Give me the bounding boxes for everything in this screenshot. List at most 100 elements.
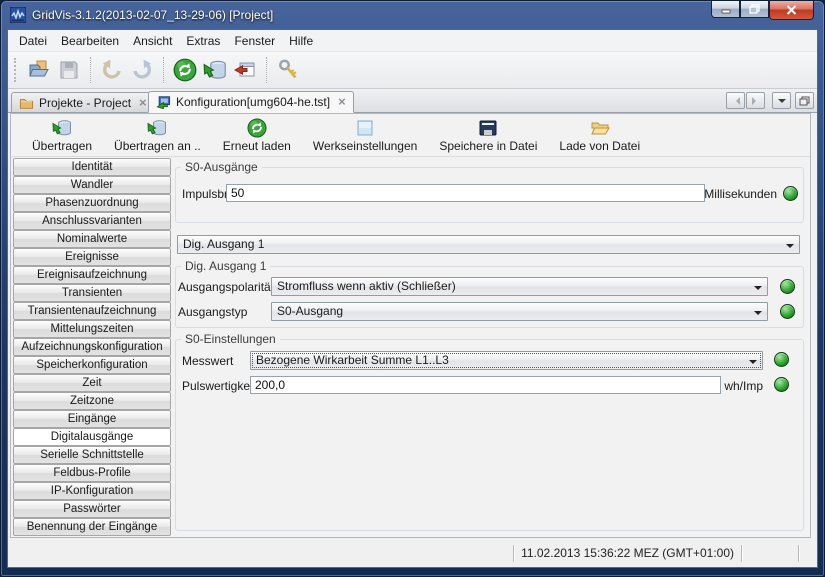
menu-item-fenster[interactable]: Fenster bbox=[227, 32, 282, 50]
sidebar-item[interactable]: Anschlussvarianten bbox=[13, 212, 171, 230]
load-from-file-icon bbox=[590, 118, 610, 138]
chevron-right-icon bbox=[752, 97, 760, 105]
undo-button[interactable] bbox=[98, 56, 126, 84]
status-led bbox=[780, 279, 795, 294]
button-label: Übertragen bbox=[32, 139, 92, 153]
sidebar-item[interactable]: IP-Konfiguration bbox=[13, 482, 171, 500]
sidebar-item[interactable]: Serielle Schnittstelle bbox=[13, 446, 171, 464]
tab-list-dropdown-button[interactable] bbox=[772, 92, 791, 109]
titlebar: GridVis-3.1.2(2013-02-07_13-29-06) [Proj… bbox=[1, 1, 824, 29]
group-s0-einstellungen: S0-Einstellungen Messwert Bezogene Wirka… bbox=[175, 339, 804, 531]
save-to-file-icon bbox=[478, 118, 498, 138]
settings-panel: S0-Ausgänge Impulsbreite Millisekunden D… bbox=[173, 158, 810, 537]
open-project-button[interactable] bbox=[25, 56, 53, 84]
sidebar-item[interactable]: Ereignisse bbox=[13, 248, 171, 266]
tab-scroll-left-button[interactable] bbox=[726, 92, 745, 109]
combobox-value: Dig. Ausgang 1 bbox=[183, 237, 264, 251]
config-toolbar: Übertragen Übertragen an .. Erneut laden… bbox=[11, 114, 810, 157]
lade-von-datei-button[interactable]: Lade von Datei bbox=[548, 116, 651, 155]
tab-scroll-right-button[interactable] bbox=[746, 92, 765, 109]
pulswertigkeit-input[interactable] bbox=[250, 376, 721, 394]
menu-item-hilfe[interactable]: Hilfe bbox=[282, 32, 320, 50]
chevron-down-icon bbox=[786, 244, 794, 252]
key-icon bbox=[276, 58, 300, 82]
button-label: Übertragen an .. bbox=[114, 139, 201, 153]
device-datetime: 11.02.2013 15:36:22 MEZ (GMT+01:00) bbox=[514, 546, 741, 560]
sidebar-item[interactable]: Digitalausgänge bbox=[13, 428, 171, 446]
window-body: DateiBearbeitenAnsichtExtrasFensterHilfe… bbox=[7, 29, 818, 568]
sidebar-item[interactable]: Identität bbox=[13, 158, 171, 176]
import-window-button[interactable] bbox=[231, 56, 259, 84]
menu-item-extras[interactable]: Extras bbox=[179, 32, 227, 50]
sync-icon bbox=[173, 58, 197, 82]
restore-window-icon bbox=[799, 96, 810, 106]
menu-item-bearbeiten[interactable]: Bearbeiten bbox=[54, 32, 126, 50]
database-arrow-icon bbox=[203, 58, 227, 82]
chevron-left-icon bbox=[732, 97, 740, 105]
ausgangspolaritaet-combobox[interactable]: Stromfluss wenn aktiv (Schließer) bbox=[271, 277, 768, 296]
redo-button[interactable] bbox=[128, 56, 156, 84]
group-s0-ausgaenge: S0-Ausgänge Impulsbreite Millisekunden bbox=[175, 167, 804, 223]
window-arrow-icon bbox=[233, 58, 257, 82]
uebertragen-button[interactable]: Übertragen bbox=[21, 116, 103, 155]
factory-settings-icon bbox=[355, 118, 375, 138]
output-selector-combobox[interactable]: Dig. Ausgang 1 bbox=[177, 235, 800, 254]
statusbar-separator bbox=[798, 545, 799, 562]
chevron-down-icon bbox=[754, 286, 762, 294]
sidebar-item[interactable]: Zeitzone bbox=[13, 392, 171, 410]
sidebar: IdentitätWandlerPhasenzuordnungAnschluss… bbox=[13, 158, 171, 537]
status-bar: 11.02.2013 15:36:22 MEZ (GMT+01:00) bbox=[10, 539, 815, 567]
password-key-button[interactable] bbox=[274, 56, 302, 84]
messwert-combobox[interactable]: Bezogene Wirkarbeit Summe L1..L3 bbox=[250, 351, 763, 370]
sidebar-item[interactable]: Speicherkonfiguration bbox=[13, 356, 171, 374]
sidebar-item[interactable]: Aufzeichnungskonfiguration bbox=[13, 338, 171, 356]
sidebar-item[interactable]: Transienten bbox=[13, 284, 171, 302]
sidebar-item[interactable]: Ereignisaufzeichnung bbox=[13, 266, 171, 284]
sidebar-item[interactable]: Transientenaufzeichnung bbox=[13, 302, 171, 320]
minimize-button[interactable] bbox=[711, 1, 740, 18]
maximize-view-button[interactable] bbox=[795, 92, 814, 109]
tab-konfiguration[interactable]: Konfiguration[umg604-he.tst] × bbox=[148, 91, 354, 113]
close-button[interactable] bbox=[769, 1, 814, 20]
redo-icon bbox=[130, 58, 154, 82]
menu-bar: DateiBearbeitenAnsichtExtrasFensterHilfe bbox=[8, 30, 817, 52]
tab-projekte[interactable]: Projekte - Project × bbox=[11, 92, 155, 113]
tab-label: Projekte - Project bbox=[39, 96, 131, 110]
app-window: GridVis-3.1.2(2013-02-07_13-29-06) [Proj… bbox=[0, 0, 825, 577]
combobox-value: Bezogene Wirkarbeit Summe L1..L3 bbox=[256, 353, 449, 367]
toolbar-separator bbox=[266, 57, 267, 83]
werkseinstellungen-button[interactable]: Werkseinstellungen bbox=[302, 116, 429, 155]
folder-icon bbox=[19, 96, 34, 110]
sidebar-item[interactable]: Phasenzuordnung bbox=[13, 194, 171, 212]
tab-close-icon[interactable]: × bbox=[338, 97, 346, 107]
sidebar-item[interactable]: Benennung der Eingänge bbox=[13, 518, 171, 536]
sidebar-item[interactable]: Eingänge bbox=[13, 410, 171, 428]
erneut-laden-button[interactable]: Erneut laden bbox=[212, 116, 302, 155]
open-folder-icon bbox=[27, 58, 51, 82]
impulsbreite-input[interactable] bbox=[226, 184, 705, 202]
sidebar-item[interactable]: Wandler bbox=[13, 176, 171, 194]
transfer-database-button[interactable] bbox=[201, 56, 229, 84]
sidebar-item[interactable]: Zeit bbox=[13, 374, 171, 392]
restore-button[interactable] bbox=[740, 1, 769, 18]
status-led bbox=[774, 377, 789, 392]
menu-item-ansicht[interactable]: Ansicht bbox=[126, 32, 179, 50]
sidebar-item[interactable]: Feldbus-Profile bbox=[13, 464, 171, 482]
sidebar-item[interactable]: Passwörter bbox=[13, 500, 171, 518]
menu-item-datei[interactable]: Datei bbox=[12, 32, 54, 50]
sidebar-item[interactable]: Mittelungszeiten bbox=[13, 320, 171, 338]
impulsbreite-unit-label: Millisekunden bbox=[704, 187, 777, 201]
toolbar-grip bbox=[14, 58, 17, 82]
chevron-down-icon bbox=[749, 360, 757, 368]
save-button[interactable] bbox=[55, 56, 83, 84]
undo-icon bbox=[100, 58, 124, 82]
ausgangstyp-combobox[interactable]: S0-Ausgang bbox=[271, 302, 768, 321]
speichere-in-datei-button[interactable]: Speichere in Datei bbox=[428, 116, 548, 155]
uebertragen-an-button[interactable]: Übertragen an .. bbox=[103, 116, 212, 155]
tab-close-icon[interactable]: × bbox=[139, 98, 147, 108]
combobox-value: S0-Ausgang bbox=[277, 304, 343, 318]
sidebar-item[interactable]: Nominalwerte bbox=[13, 230, 171, 248]
toolbar-separator bbox=[90, 57, 91, 83]
window-title: GridVis-3.1.2(2013-02-07_13-29-06) [Proj… bbox=[32, 8, 273, 22]
reload-device-button[interactable] bbox=[171, 56, 199, 84]
